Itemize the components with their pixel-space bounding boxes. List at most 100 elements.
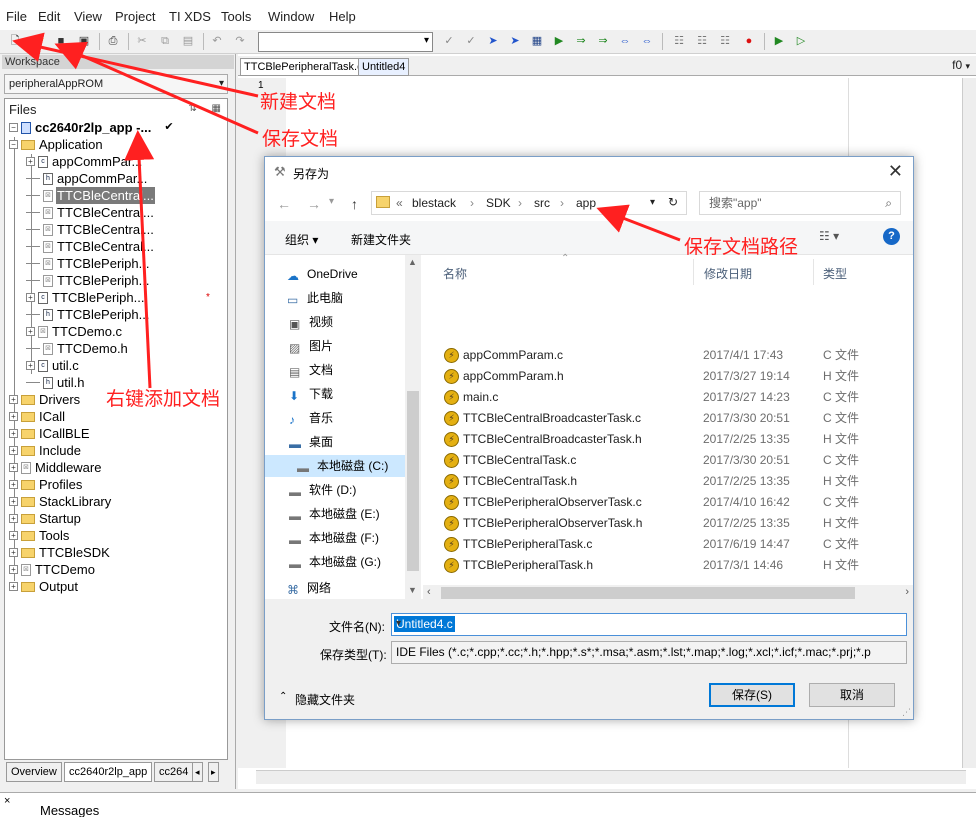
- chevron-down-icon[interactable]: ▾: [394, 617, 902, 630]
- undo-icon[interactable]: ↶: [208, 32, 226, 50]
- tree-file[interactable]: ⊠ TTCBlePeriph...: [26, 255, 150, 272]
- tree-folder[interactable]: + Profiles: [9, 476, 83, 493]
- find-icon[interactable]: ✓: [440, 32, 458, 50]
- file-row[interactable]: ⚡ TTCBlePeripheralObserverTask.h 2017/2/25…: [423, 513, 893, 534]
- file-row[interactable]: ⚡ main.c 2017/3/27 14:23 C 文件: [423, 387, 893, 408]
- nav-item[interactable]: ▤ 文档: [289, 359, 333, 381]
- view-options-icon[interactable]: ☷ ▾: [819, 229, 839, 243]
- menu-file[interactable]: File: [6, 9, 27, 24]
- scroll-thumb[interactable]: [441, 587, 855, 599]
- expand-icon[interactable]: +: [9, 412, 18, 421]
- breakpoints-icon[interactable]: ☷: [693, 32, 711, 50]
- tree-folder[interactable]: + ⊠ TTCDemo: [9, 561, 96, 578]
- filename-input[interactable]: Untitled4.c ▾: [391, 613, 907, 636]
- editor-horizontal-scrollbar[interactable]: [256, 770, 966, 784]
- debug-no-download-icon[interactable]: ▷: [792, 32, 810, 50]
- nav-item[interactable]: ▬ 本地磁盘 (E:): [289, 503, 380, 525]
- nav-scrollbar[interactable]: ▲ ▼: [405, 255, 421, 599]
- back-icon[interactable]: ←: [277, 196, 291, 212]
- tree-file[interactable]: ⊠ TTCBlePeriph...: [26, 272, 150, 289]
- tree-file[interactable]: ⊠ TTCDemo.h: [26, 340, 129, 357]
- nav-item[interactable]: ⬇ 下载: [289, 383, 333, 405]
- file-row[interactable]: ⚡ appCommParam.h 2017/3/27 19:14 H 文件: [423, 366, 893, 387]
- paste-icon[interactable]: ▤: [179, 32, 197, 50]
- nav-item[interactable]: ▨ 图片: [289, 335, 333, 357]
- nav-item[interactable]: ♪ 音乐: [289, 407, 333, 429]
- expand-icon[interactable]: +: [9, 514, 18, 523]
- tree-file[interactable]: + c util.c: [26, 357, 80, 374]
- tree-folder[interactable]: − Application: [9, 136, 104, 153]
- tree-file[interactable]: h util.h: [26, 374, 85, 391]
- tree-folder[interactable]: + Startup: [9, 510, 82, 527]
- toggle-breakpoint-icon[interactable]: ●: [740, 32, 758, 50]
- breadcrumb-blestack[interactable]: blestack: [412, 196, 456, 210]
- chevron-up-icon[interactable]: ⌃: [279, 691, 287, 702]
- expand-icon[interactable]: +: [9, 565, 18, 574]
- new-folder-button[interactable]: 新建文件夹: [351, 231, 411, 248]
- forward-icon[interactable]: →: [307, 196, 321, 212]
- hide-folders-button[interactable]: 隐藏文件夹: [295, 691, 355, 708]
- close-icon[interactable]: ✕: [888, 161, 903, 182]
- expand-icon[interactable]: +: [9, 531, 18, 540]
- expand-icon[interactable]: +: [26, 157, 35, 166]
- recent-chevron-icon[interactable]: ▾: [329, 196, 334, 207]
- disassembly-icon[interactable]: ☷: [716, 32, 734, 50]
- compile-icon[interactable]: ▶: [550, 32, 568, 50]
- tab-scroll-left-icon[interactable]: ◂: [192, 762, 203, 782]
- tree-file[interactable]: + c TTCBlePeriph... *: [26, 289, 210, 306]
- project-root[interactable]: − cc2640r2lp_app -... ✔: [9, 119, 174, 136]
- expand-icon[interactable]: +: [26, 327, 35, 336]
- tree-file[interactable]: h TTCBlePeriph...: [26, 306, 150, 323]
- expand-icon[interactable]: +: [26, 361, 35, 370]
- tab-cc264[interactable]: cc264: [154, 762, 194, 782]
- tree-file[interactable]: ⊠ TTCBleCentral...: [26, 221, 155, 238]
- breadcrumb-overflow[interactable]: «: [396, 196, 403, 210]
- tree-folder[interactable]: + ICallBLE: [9, 425, 91, 442]
- menu-help[interactable]: Help: [329, 9, 356, 24]
- nav-item[interactable]: ▬ 本地磁盘 (G:): [289, 551, 381, 573]
- breadcrumb-app[interactable]: app: [576, 196, 596, 210]
- go-to-icon[interactable]: ➤: [484, 32, 502, 50]
- open-folder-icon[interactable]: 📂: [29, 32, 47, 50]
- tree-folder[interactable]: + Output: [9, 578, 79, 595]
- nav-item[interactable]: ☁ OneDrive: [287, 263, 358, 285]
- file-row[interactable]: ⚡ TTCBleCentralTask.c 2017/3/30 20:51 C 文件: [423, 450, 893, 471]
- nav-item[interactable]: ▬ 桌面: [289, 431, 333, 453]
- bookmark-icon[interactable]: ➤: [506, 32, 524, 50]
- tree-folder[interactable]: + TTCBleSDK: [9, 544, 111, 561]
- nav-item[interactable]: ▬ 软件 (D:): [289, 479, 356, 501]
- organize-button[interactable]: 组织 ▾: [285, 231, 318, 248]
- file-row[interactable]: ⚡ TTCBlePeripheralObserverTask.c 2017/4/10…: [423, 492, 893, 513]
- scroll-down-icon[interactable]: ▼: [408, 585, 417, 595]
- nav-item[interactable]: ▣ 视频: [289, 311, 333, 333]
- expand-icon[interactable]: +: [9, 463, 18, 472]
- file-row[interactable]: ⚡ TTCBlePeripheralTask.c 2017/6/19 14:47 C …: [423, 534, 893, 555]
- help-icon[interactable]: ?: [883, 228, 900, 245]
- column-name[interactable]: 名称: [443, 265, 467, 282]
- file-row[interactable]: ⚡ TTCBlePeripheralTask.h 2017/3/1 14:46 H 文…: [423, 555, 893, 576]
- column-date[interactable]: 修改日期: [704, 265, 752, 282]
- breadcrumb-src[interactable]: src: [534, 196, 550, 210]
- rebuild-icon[interactable]: ⇒: [594, 32, 612, 50]
- scroll-thumb[interactable]: [407, 391, 419, 571]
- menu-project[interactable]: Project: [115, 9, 155, 24]
- breadcrumb-sdk[interactable]: SDK: [486, 196, 511, 210]
- tab-overview[interactable]: Overview: [6, 762, 62, 782]
- batch-build-icon[interactable]: ⇔: [638, 32, 656, 50]
- tab-scroll-right-icon[interactable]: ▸: [208, 762, 219, 782]
- make-icon[interactable]: ⇒: [572, 32, 590, 50]
- menu-tools[interactable]: Tools: [221, 9, 251, 24]
- navigate-icon[interactable]: ▦: [528, 32, 546, 50]
- menu-window[interactable]: Window: [268, 9, 314, 24]
- tree-folder[interactable]: + StackLibrary: [9, 493, 112, 510]
- collapse-icon[interactable]: −: [9, 140, 18, 149]
- tree-file[interactable]: ⊠ TTCBleCentral...: [26, 238, 155, 255]
- scroll-right-icon[interactable]: ›: [905, 586, 909, 598]
- tree-file[interactable]: ⊠ TTCBleCentral...: [26, 187, 155, 204]
- tab-untitled4[interactable]: Untitled4: [358, 58, 410, 76]
- tree-folder[interactable]: + ICall: [9, 408, 66, 425]
- tab-cc2640r2lp-app[interactable]: cc2640r2lp_app: [64, 762, 153, 782]
- cut-icon[interactable]: ✂: [133, 32, 151, 50]
- redo-icon[interactable]: ↷: [231, 32, 249, 50]
- tree-folder[interactable]: + Tools: [9, 527, 70, 544]
